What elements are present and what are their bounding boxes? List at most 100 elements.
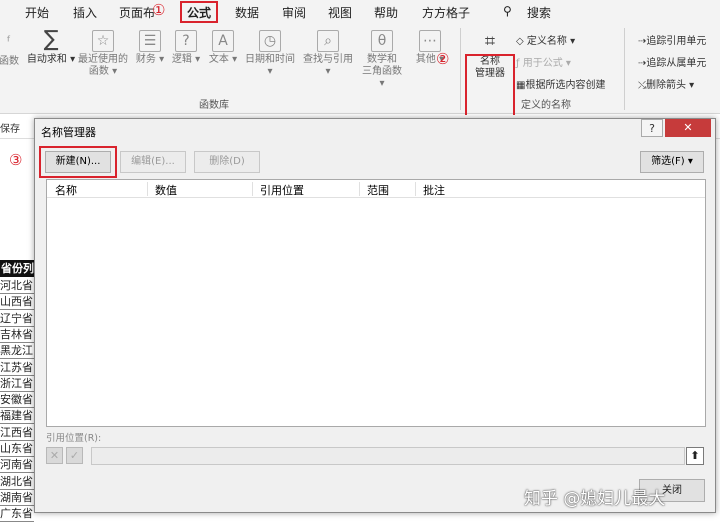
tab-home[interactable]: 开始 [25, 4, 49, 21]
tab-help[interactable]: 帮助 [374, 4, 398, 21]
refers-to-label: 引用位置(R): [46, 433, 102, 444]
province-cell[interactable]: 广东省 [0, 506, 34, 523]
use-in-formula-button[interactable]: ƒ 用于公式 ▾ [516, 54, 571, 69]
tab-fangfang[interactable]: 方方格子 [422, 4, 470, 21]
sigma-icon: ∑ [43, 27, 59, 52]
delete-name-button[interactable]: 删除(D) [194, 151, 260, 173]
col-refers-to[interactable]: 引用位置 [260, 182, 304, 198]
help-button[interactable]: ? [641, 119, 663, 137]
tab-page-layout[interactable]: 页面布 [119, 4, 155, 21]
recent-label-2: 函数 [88, 66, 109, 77]
edit-name-button[interactable]: 编辑(E)... [120, 151, 186, 173]
tab-data[interactable]: 数据 [235, 4, 259, 21]
remove-arrows-button[interactable]: ⤯删除箭头 ▾ [638, 76, 694, 91]
province-cell[interactable]: 山东省 [0, 441, 34, 457]
question-icon: ? [175, 30, 197, 52]
math-trig-button[interactable]: θ 数学和 三角函数 ▾ [358, 30, 406, 90]
more-functions-label: 其他 [415, 54, 436, 65]
create-from-selection-label: 根据所选内容创建 [525, 80, 606, 91]
database-icon: ☰ [139, 30, 161, 52]
define-name-label: 定义名称 [526, 36, 567, 47]
autosave-label: 保存 [0, 124, 20, 135]
col-comment[interactable]: 批注 [423, 182, 445, 198]
group-label-function-library: 函数库 [199, 100, 229, 111]
names-list[interactable]: 名称 数值 引用位置 范围 批注 [46, 179, 706, 427]
cancel-icon[interactable]: ✕ [46, 447, 63, 464]
column-header-province[interactable]: 省份列 [0, 260, 34, 277]
ribbon-separator [624, 28, 625, 110]
province-cell[interactable]: 山西省 [0, 294, 34, 311]
logical-label: 逻辑 [171, 54, 192, 65]
province-cell[interactable]: 福建省 [0, 408, 34, 425]
step-marker-2: ② [436, 50, 450, 68]
check-icon[interactable]: ✓ [66, 447, 83, 464]
search-icon[interactable]: ⚲ [503, 4, 512, 18]
province-cell[interactable]: 江苏省 [0, 360, 34, 376]
close-x-button[interactable]: ✕ [665, 119, 711, 137]
col-separator[interactable] [147, 182, 148, 196]
col-name[interactable]: 名称 [55, 182, 77, 198]
text-button[interactable]: A 文本 ▾ [207, 30, 239, 66]
theta-icon: θ [371, 30, 393, 52]
search-box[interactable]: 搜索 [527, 4, 551, 21]
trace-precedents-button[interactable]: ⇢追踪引用单元 [638, 32, 706, 47]
dots-icon: ⋯ [419, 30, 441, 52]
highlight-box-new [39, 146, 117, 178]
clock-icon: ◷ [259, 30, 281, 52]
province-cell[interactable]: 江西省 [0, 425, 34, 441]
col-separator[interactable] [252, 182, 253, 196]
names-list-header: 名称 数值 引用位置 范围 批注 [47, 180, 705, 198]
dialog-title: 名称管理器 [41, 126, 96, 139]
autosum-button[interactable]: ∑ 自动求和 ▾ [26, 27, 76, 66]
highlight-box-formulas [180, 1, 218, 23]
text-a-icon: A [212, 30, 234, 52]
province-cell[interactable]: 安徽省 [0, 392, 34, 409]
trace-dependents-button[interactable]: ⇢追踪从属单元 [638, 54, 706, 69]
autosum-label: 自动求和 [26, 54, 67, 65]
lookup-button[interactable]: ⌕ 查找与引用 ▾ [300, 30, 356, 78]
lookup-label: 查找与引用 [303, 54, 353, 65]
collapse-dialog-icon[interactable]: ⬆ [686, 447, 704, 465]
tab-view[interactable]: 视图 [328, 4, 352, 21]
tab-review[interactable]: 审阅 [282, 4, 306, 21]
step-marker-1: ① [152, 1, 166, 19]
province-cell[interactable]: 湖南省 [0, 490, 34, 506]
filter-button[interactable]: 筛选(F) ▾ [640, 151, 704, 173]
star-icon: ☆ [92, 30, 114, 52]
province-cell[interactable]: 河南省 [0, 457, 34, 474]
magnifier-icon: ⌕ [317, 30, 339, 52]
province-cell[interactable]: 浙江省 [0, 376, 34, 392]
text-label: 文本 [208, 54, 229, 65]
logical-button[interactable]: ? 逻辑 ▾ [170, 30, 202, 66]
refers-to-input[interactable] [91, 447, 685, 465]
ribbon-tab-bar: 开始 插入 页面布 ① 公式 数据 审阅 视图 帮助 方方格子 ⚲ 搜索 [0, 0, 720, 24]
col-separator[interactable] [359, 182, 360, 196]
col-scope[interactable]: 范围 [367, 182, 389, 198]
insert-function-button[interactable]: ᶠ 函数 [0, 32, 20, 68]
remove-arrows-icon: ⤯ [638, 80, 646, 91]
datetime-button[interactable]: ◷ 日期和时间 ▾ [242, 30, 298, 78]
ribbon-formulas: ᶠ 函数 ∑ 自动求和 ▾ ☆ 最近使用的 函数 ▾ ☰ 财务 ▾ ? 逻辑 ▾… [0, 24, 720, 118]
insert-function-label: 函数 [0, 56, 19, 67]
group-label-defined-names: 定义的名称 [521, 100, 571, 111]
province-cell[interactable]: 吉林省 [0, 327, 34, 343]
province-cell[interactable]: 黑龙江 [0, 343, 34, 360]
trace-precedents-label: 追踪引用单元 [646, 36, 707, 47]
province-cell[interactable]: 湖北省 [0, 474, 34, 490]
province-cell[interactable]: 辽宁省 [0, 311, 34, 327]
step-marker-3: ③ [9, 151, 23, 169]
create-from-selection-button[interactable]: ▦根据所选内容创建 [516, 76, 605, 91]
name-manager-dialog: 名称管理器 ? ✕ ③ 新建(N)... 编辑(E)... 删除(D) 筛选(F… [9, 118, 716, 513]
col-separator[interactable] [415, 182, 416, 196]
watermark: 知乎 @媳妇儿最大 [524, 489, 666, 509]
financial-button[interactable]: ☰ 财务 ▾ [134, 30, 166, 66]
datetime-label: 日期和时间 [245, 54, 295, 65]
tab-insert[interactable]: 插入 [73, 4, 97, 21]
col-value[interactable]: 数值 [155, 182, 177, 198]
remove-arrows-label: 删除箭头 [646, 80, 686, 91]
define-name-button[interactable]: ◇ 定义名称 ▾ [516, 32, 575, 47]
math-label-2: 三角函数 [362, 66, 402, 77]
recent-functions-button[interactable]: ☆ 最近使用的 函数 ▾ [76, 30, 130, 78]
province-cell[interactable]: 河北省 [0, 278, 34, 294]
highlight-box-name-manager [465, 54, 515, 118]
